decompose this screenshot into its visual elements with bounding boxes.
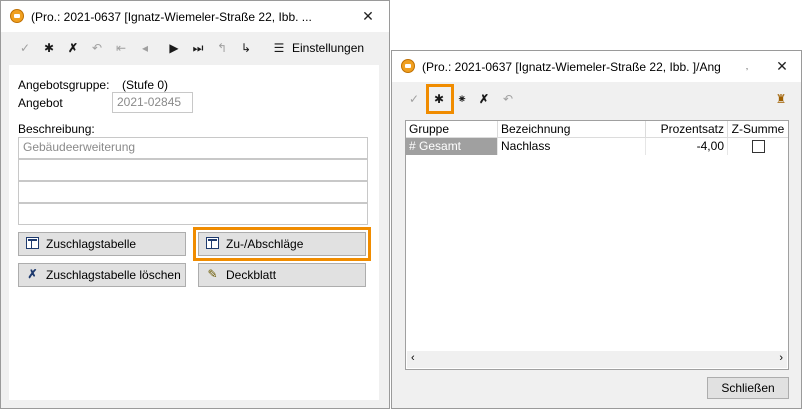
cover-sheet-button[interactable]: ✎ Deckblatt — [198, 263, 366, 287]
toolbar: ✓ ✱ ✗ ↶ ⇤ ◂ ▶ ⏭ ↰ ↳ ☰ Einstellungen — [1, 35, 389, 61]
delete-icon[interactable]: ✗ — [474, 89, 494, 109]
new-icon[interactable]: ✱ — [39, 38, 59, 58]
minimize-button[interactable]: ‚ — [732, 51, 762, 82]
delete-surcharge-table-button[interactable]: ✗ Zuschlagstabelle löschen — [18, 263, 186, 287]
description-line-2[interactable] — [18, 159, 368, 181]
toolbar: ✓ ✱ ⁕ ✗ ↶ ♜ — [392, 84, 801, 114]
description-line-3[interactable] — [18, 181, 368, 203]
confirm-icon[interactable]: ✓ — [15, 38, 35, 58]
form-panel: Angebotsgruppe: (Stufe 0) Angebot 2021-0… — [9, 65, 379, 400]
description-label: Beschreibung: — [18, 122, 95, 136]
cover-sheet-icon: ✎ — [207, 267, 218, 281]
surcharges-button[interactable]: Zu-/Abschläge — [198, 232, 366, 256]
description-line-4[interactable] — [18, 203, 368, 225]
app-icon — [10, 9, 24, 23]
description-line-1[interactable]: Gebäudeerweiterung — [18, 137, 368, 159]
offer-field[interactable]: 2021-02845 — [112, 92, 193, 113]
table-icon — [26, 237, 39, 249]
stamp-icon[interactable]: ♜ — [771, 89, 791, 109]
undo-icon[interactable]: ↶ — [498, 89, 518, 109]
jump-icon[interactable]: ↳ — [236, 38, 256, 58]
offer-label: Angebot — [18, 96, 63, 110]
window-surcharge-main: (Pro.: 2021-0637 [Ignatz-Wiemeler-Straße… — [0, 0, 390, 409]
append-row-icon[interactable]: ⁕ — [452, 89, 472, 109]
delete-icon[interactable]: ✗ — [63, 38, 83, 58]
surcharges-table: Gruppe Bezeichnung Prozentsatz Z-Summe #… — [405, 120, 789, 370]
settings-icon[interactable]: ☰ — [269, 38, 289, 58]
close-button[interactable]: Schließen — [707, 377, 789, 399]
prev-icon[interactable]: ◂ — [135, 38, 155, 58]
next-icon[interactable]: ▶ — [164, 38, 184, 58]
insert-row-icon[interactable]: ✱ — [429, 89, 449, 109]
app-icon — [401, 59, 415, 73]
table-row[interactable]: # Gesamt Nachlass -4,00 — [406, 121, 788, 155]
cell-bezeichnung[interactable]: Nachlass — [498, 138, 646, 155]
window-surcharges: (Pro.: 2021-0637 [Ignatz-Wiemeler-Straße… — [391, 50, 802, 409]
cell-zsumme[interactable] — [728, 138, 788, 155]
jump-back-icon[interactable]: ↰ — [212, 38, 232, 58]
confirm-icon[interactable]: ✓ — [404, 89, 424, 109]
cell-prozentsatz[interactable]: -4,00 — [646, 138, 728, 155]
title-bar: (Pro.: 2021-0637 [Ignatz-Wiemeler-Straße… — [392, 51, 801, 82]
delete-icon: ✗ — [27, 267, 38, 281]
cell-gruppe[interactable]: # Gesamt — [406, 138, 498, 155]
close-window-button[interactable]: ✕ — [345, 1, 391, 32]
first-icon[interactable]: ⇤ — [111, 38, 131, 58]
close-window-button[interactable]: ✕ — [764, 51, 800, 82]
window-title: (Pro.: 2021-0637 [Ignatz-Wiemeler-Straße… — [422, 60, 721, 74]
title-bar: (Pro.: 2021-0637 [Ignatz-Wiemeler-Straße… — [1, 1, 389, 32]
settings-button[interactable]: Einstellungen — [292, 41, 364, 55]
surcharge-table-button[interactable]: Zuschlagstabelle — [18, 232, 186, 256]
group-label: Angebotsgruppe: — [18, 78, 110, 92]
last-icon[interactable]: ⏭ — [188, 38, 208, 58]
group-value: (Stufe 0) — [122, 78, 169, 92]
scroll-right-icon[interactable]: › — [779, 352, 783, 364]
table-icon — [206, 237, 219, 249]
scroll-left-icon[interactable]: ‹ — [411, 352, 415, 364]
undo-icon[interactable]: ↶ — [87, 38, 107, 58]
window-title: (Pro.: 2021-0637 [Ignatz-Wiemeler-Straße… — [31, 10, 311, 24]
zsumme-checkbox[interactable] — [752, 140, 765, 153]
horizontal-scrollbar[interactable]: ‹ › — [407, 351, 787, 368]
